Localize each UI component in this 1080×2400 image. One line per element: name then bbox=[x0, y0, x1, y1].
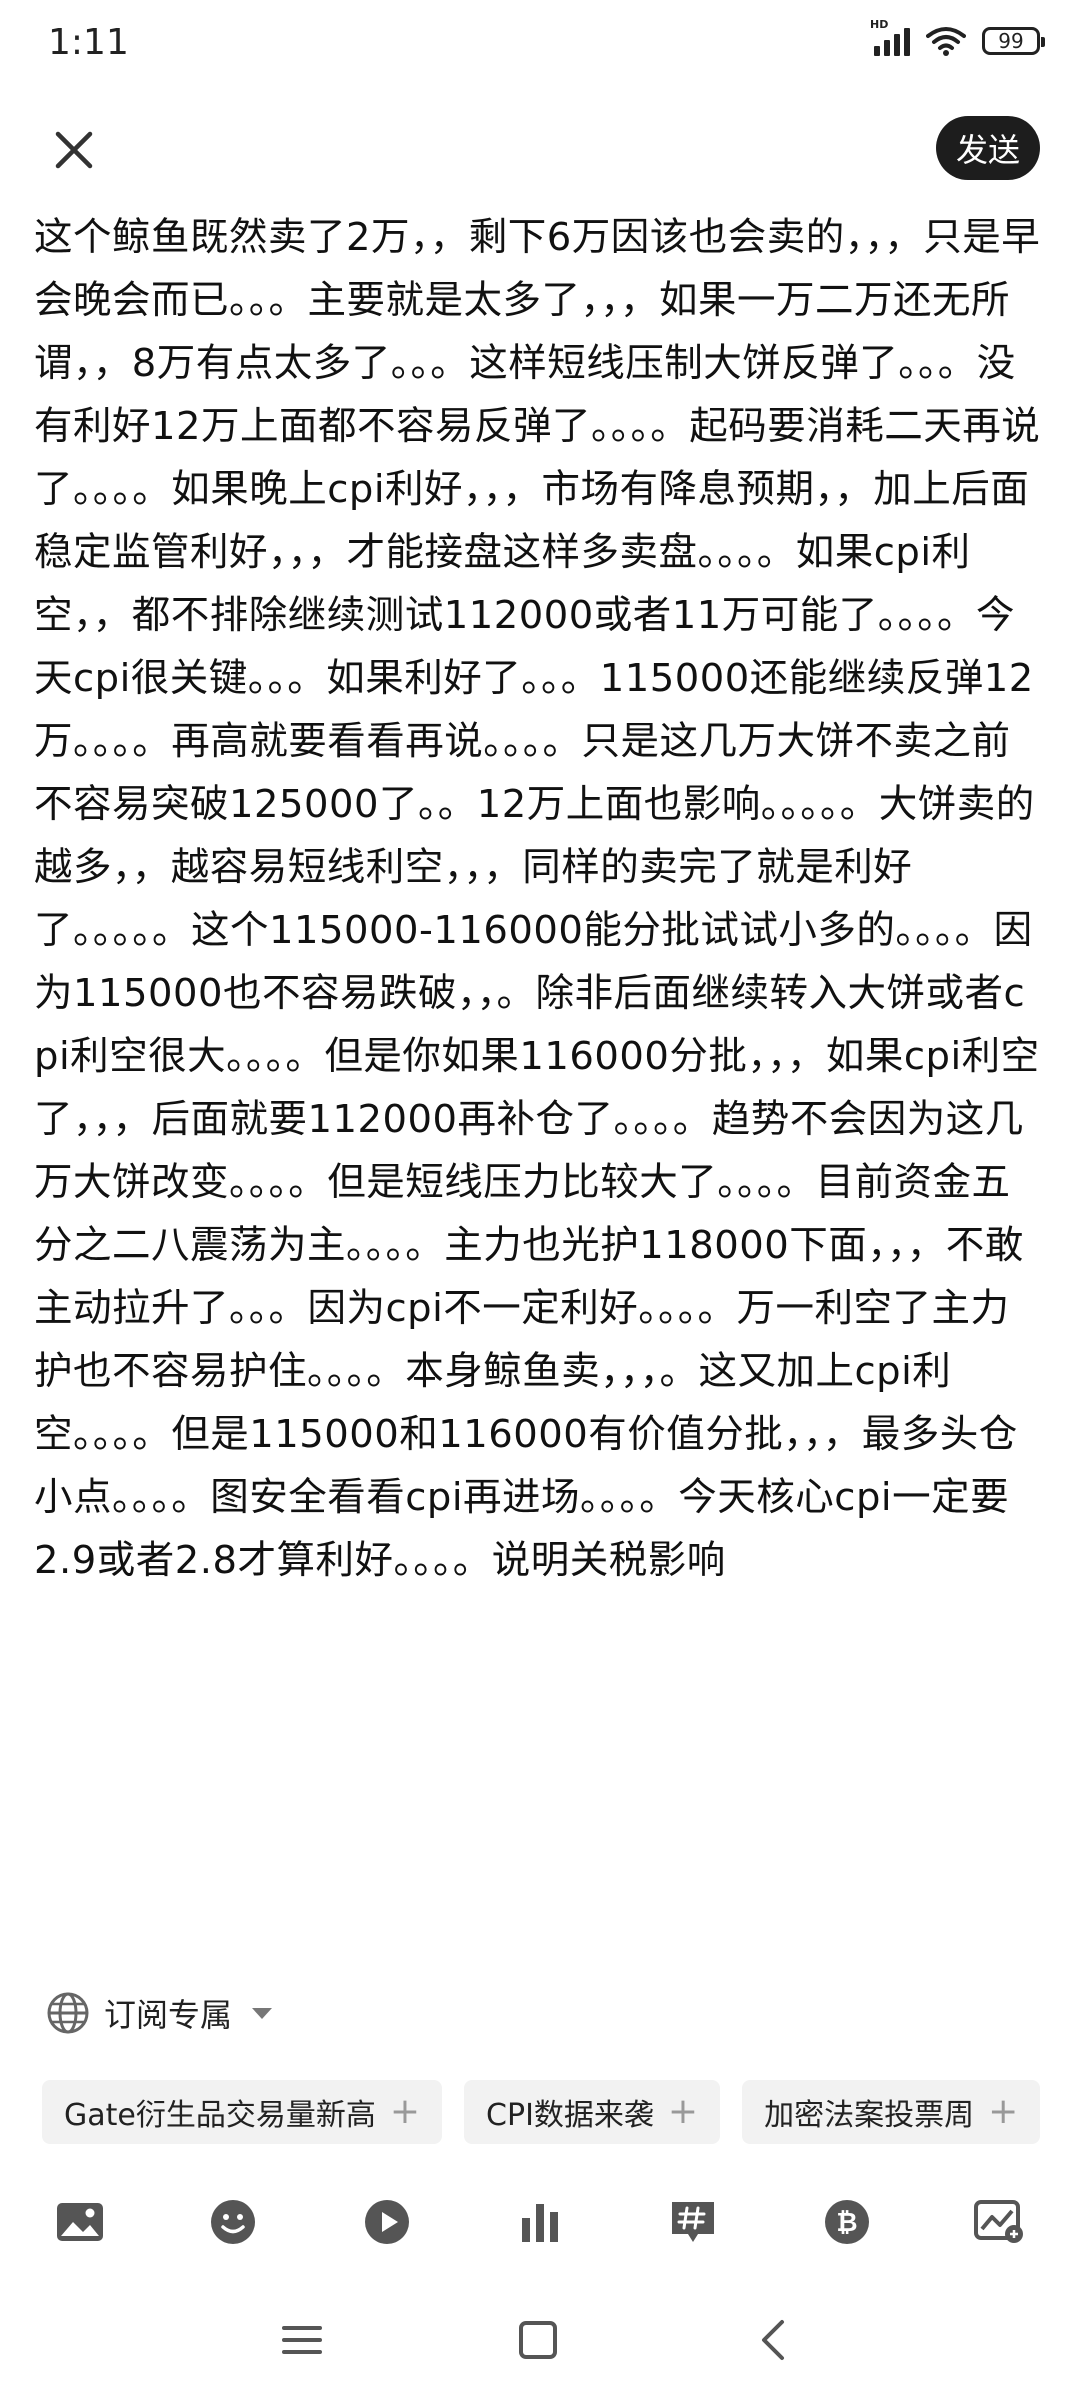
plus-icon: + bbox=[389, 2091, 421, 2132]
caret-down-icon bbox=[252, 2007, 273, 2019]
topic-tag-label: 加密法案投票周 bbox=[764, 2098, 975, 2133]
image-button[interactable] bbox=[48, 2190, 112, 2254]
system-navigation-bar bbox=[0, 2290, 1080, 2390]
send-button[interactable]: 发送 bbox=[936, 116, 1040, 180]
subscription-label: 订阅专属 bbox=[104, 1996, 233, 2034]
back-icon[interactable] bbox=[744, 2310, 804, 2370]
network-type-label: HD bbox=[870, 18, 889, 31]
menu-icon[interactable] bbox=[272, 2310, 332, 2370]
home-icon[interactable] bbox=[508, 2310, 568, 2370]
emoji-icon bbox=[211, 2200, 256, 2244]
plus-icon: + bbox=[667, 2091, 699, 2132]
topic-tag-label: Gate衍生品交易量新高 bbox=[64, 2098, 376, 2133]
globe-icon bbox=[47, 1992, 89, 2034]
bitcoin-icon: ₿ bbox=[824, 2200, 869, 2244]
trend-image-icon bbox=[973, 2200, 1023, 2243]
subscription-selector[interactable]: 订阅专属 bbox=[46, 1990, 273, 2036]
hashtag-button[interactable] bbox=[661, 2190, 725, 2254]
hashtag-icon bbox=[672, 2202, 715, 2242]
battery-level: 99 bbox=[998, 29, 1024, 53]
status-icons: HD 99 bbox=[870, 18, 1045, 56]
post-text-editor[interactable]: 这个鲸鱼既然卖了2万，，剩下6万因该也会卖的，，，只是早会晚会而已。。。主要就是… bbox=[34, 206, 1046, 1932]
topic-tag-label: CPI数据来袭 bbox=[486, 2098, 654, 2133]
emoji-button[interactable] bbox=[201, 2190, 265, 2254]
topic-tag[interactable]: CPI数据来袭 + bbox=[464, 2080, 721, 2144]
svg-text:₿: ₿ bbox=[836, 2208, 857, 2238]
topic-tag[interactable]: Gate衍生品交易量新高 + bbox=[42, 2080, 443, 2144]
topic-tags: Gate衍生品交易量新高 + CPI数据来袭 + 加密法案投票周 + bbox=[42, 2080, 1042, 2146]
compose-toolbar: ₿ bbox=[48, 2186, 1032, 2258]
plus-icon: + bbox=[988, 2091, 1019, 2132]
battery-icon: 99 bbox=[982, 27, 1045, 55]
video-button[interactable] bbox=[355, 2190, 419, 2254]
chart-button[interactable] bbox=[508, 2190, 572, 2254]
topic-tag[interactable]: 加密法案投票周 + bbox=[742, 2080, 1041, 2144]
close-icon[interactable] bbox=[48, 124, 100, 176]
status-time: 1:11 bbox=[48, 22, 129, 63]
status-bar: 1:11 HD 99 bbox=[0, 0, 1080, 90]
video-icon bbox=[364, 2200, 409, 2244]
trend-image-button[interactable] bbox=[968, 2190, 1032, 2254]
image-icon bbox=[57, 2203, 103, 2241]
bitcoin-button[interactable]: ₿ bbox=[815, 2190, 879, 2254]
cellular-signal-icon: HD bbox=[870, 18, 910, 56]
wifi-icon bbox=[926, 27, 966, 56]
chart-icon bbox=[521, 2204, 558, 2242]
